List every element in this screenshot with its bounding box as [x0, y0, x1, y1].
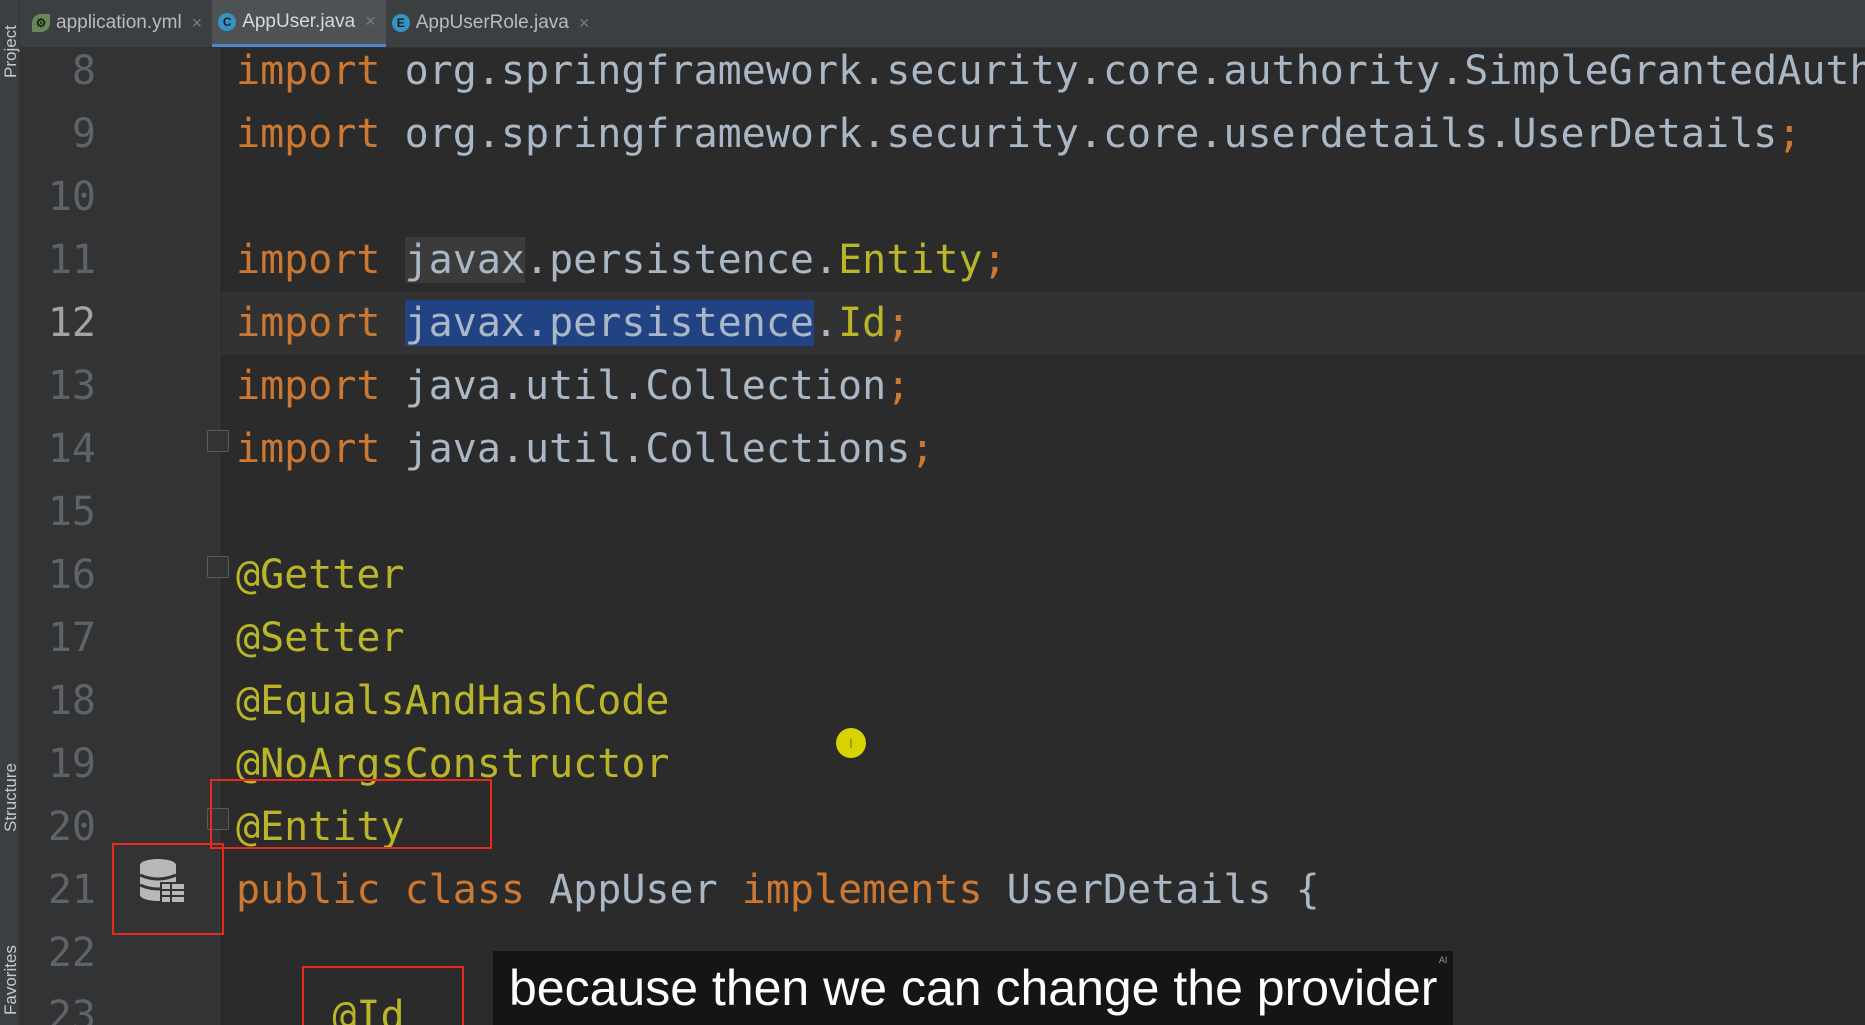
code-line[interactable]: import org.springframework.security.core…	[221, 48, 1865, 103]
line-number[interactable]: 13	[30, 355, 96, 418]
code-token: .persistence.	[525, 237, 839, 283]
favorites-tool-button[interactable]: Favorites	[1, 945, 21, 1015]
code-token: import	[236, 426, 381, 472]
code-token: ;	[886, 363, 911, 409]
line-number[interactable]: 12	[30, 292, 96, 355]
line-number[interactable]: 20	[30, 796, 96, 859]
code-token: javax.persistence	[404, 300, 814, 346]
code-line[interactable]: @EqualsAndHashCode	[221, 670, 1865, 733]
code-token: import	[236, 300, 381, 346]
code-token: import	[236, 111, 381, 157]
subtitle-caption: because then we can change the provider …	[493, 951, 1454, 1025]
tab-label: AppUserRole.java	[415, 12, 569, 33]
line-number[interactable]: 14	[30, 418, 96, 481]
enum-icon: E	[391, 14, 410, 32]
code-line[interactable]: import javax.persistence.Id;	[221, 292, 1865, 355]
code-line[interactable]: import java.util.Collections;	[221, 418, 1865, 481]
tab-appuserrole-java[interactable]: E AppUserRole.java ×	[386, 0, 600, 47]
highlight-box-entity-gutter-icon	[112, 843, 224, 935]
close-icon[interactable]: ×	[365, 11, 376, 32]
code-token: @Setter	[236, 615, 405, 661]
code-token: import	[236, 237, 381, 283]
line-number[interactable]: 19	[30, 733, 96, 796]
code-editor[interactable]: import org.springframework.security.core…	[221, 48, 1865, 1025]
line-number[interactable]: 21	[30, 859, 96, 922]
code-token: Id	[838, 300, 887, 346]
code-token: UserDetails {	[1006, 867, 1320, 913]
fold-marker-icon[interactable]	[207, 430, 229, 452]
code-token: java.util.Collection	[380, 363, 887, 409]
ai-badge: AI	[1438, 955, 1448, 965]
code-token: import	[236, 363, 381, 409]
code-token: Entity	[838, 237, 983, 283]
code-token: javax	[404, 237, 526, 283]
line-number[interactable]: 17	[30, 607, 96, 670]
line-number[interactable]: 23	[30, 985, 96, 1025]
code-token: java.util.Collections	[380, 426, 911, 472]
line-number[interactable]: 9	[30, 103, 96, 166]
code-line[interactable]: public class AppUser implements UserDeta…	[221, 859, 1865, 922]
code-token: org.springframework.security.core.author…	[380, 48, 1865, 94]
code-token: org.springframework.security.core.userde…	[380, 111, 1778, 157]
code-line[interactable]: import org.springframework.security.core…	[221, 103, 1865, 166]
code-token: ;	[982, 237, 1007, 283]
line-number[interactable]: 11	[30, 229, 96, 292]
code-line[interactable]: @Setter	[221, 607, 1865, 670]
line-number[interactable]: 22	[30, 922, 96, 985]
code-token: .	[814, 300, 839, 346]
left-tool-strip: Project Structure Favorites	[0, 0, 20, 1025]
tab-label: AppUser.java	[242, 10, 356, 32]
spring-leaf-icon: ⚙	[32, 14, 50, 32]
fold-marker-icon[interactable]	[207, 556, 229, 578]
highlight-box-entity-annotation	[210, 779, 492, 849]
code-line[interactable]: import java.util.Collection;	[221, 355, 1865, 418]
close-icon[interactable]: ×	[192, 13, 203, 34]
code-line[interactable]	[221, 166, 1865, 229]
mouse-cursor-indicator: I	[836, 728, 866, 758]
code-line[interactable]	[221, 481, 1865, 544]
project-tool-button[interactable]: Project	[1, 25, 21, 78]
code-line[interactable]: @Getter	[221, 544, 1865, 607]
line-number[interactable]: 15	[30, 481, 96, 544]
code-token: @Getter	[236, 552, 405, 598]
close-icon[interactable]: ×	[579, 13, 590, 34]
line-number[interactable]: 18	[30, 670, 96, 733]
line-number[interactable]: 8	[30, 40, 96, 103]
code-line[interactable]: import javax.persistence.Entity;	[221, 229, 1865, 292]
structure-tool-button[interactable]: Structure	[1, 763, 21, 832]
code-token: ;	[886, 300, 911, 346]
code-token: implements	[741, 867, 1007, 913]
code-token: @EqualsAndHashCode	[236, 678, 670, 724]
editor-tab-bar: ⚙ application.yml × C AppUser.java × E A…	[0, 0, 1865, 48]
line-number[interactable]: 10	[30, 166, 96, 229]
line-number[interactable]: 16	[30, 544, 96, 607]
caption-text: because then we can change the provider	[509, 960, 1438, 1016]
code-token: ;	[1777, 111, 1802, 157]
code-token: ;	[910, 426, 935, 472]
code-token: public class	[236, 867, 550, 913]
tab-appuser-java[interactable]: C AppUser.java ×	[212, 0, 386, 47]
class-icon: C	[218, 12, 237, 31]
tab-label: application.yml	[56, 12, 182, 33]
highlight-box-id-annotation	[302, 966, 464, 1025]
code-token: AppUser	[549, 867, 742, 913]
code-token: import	[236, 48, 381, 94]
